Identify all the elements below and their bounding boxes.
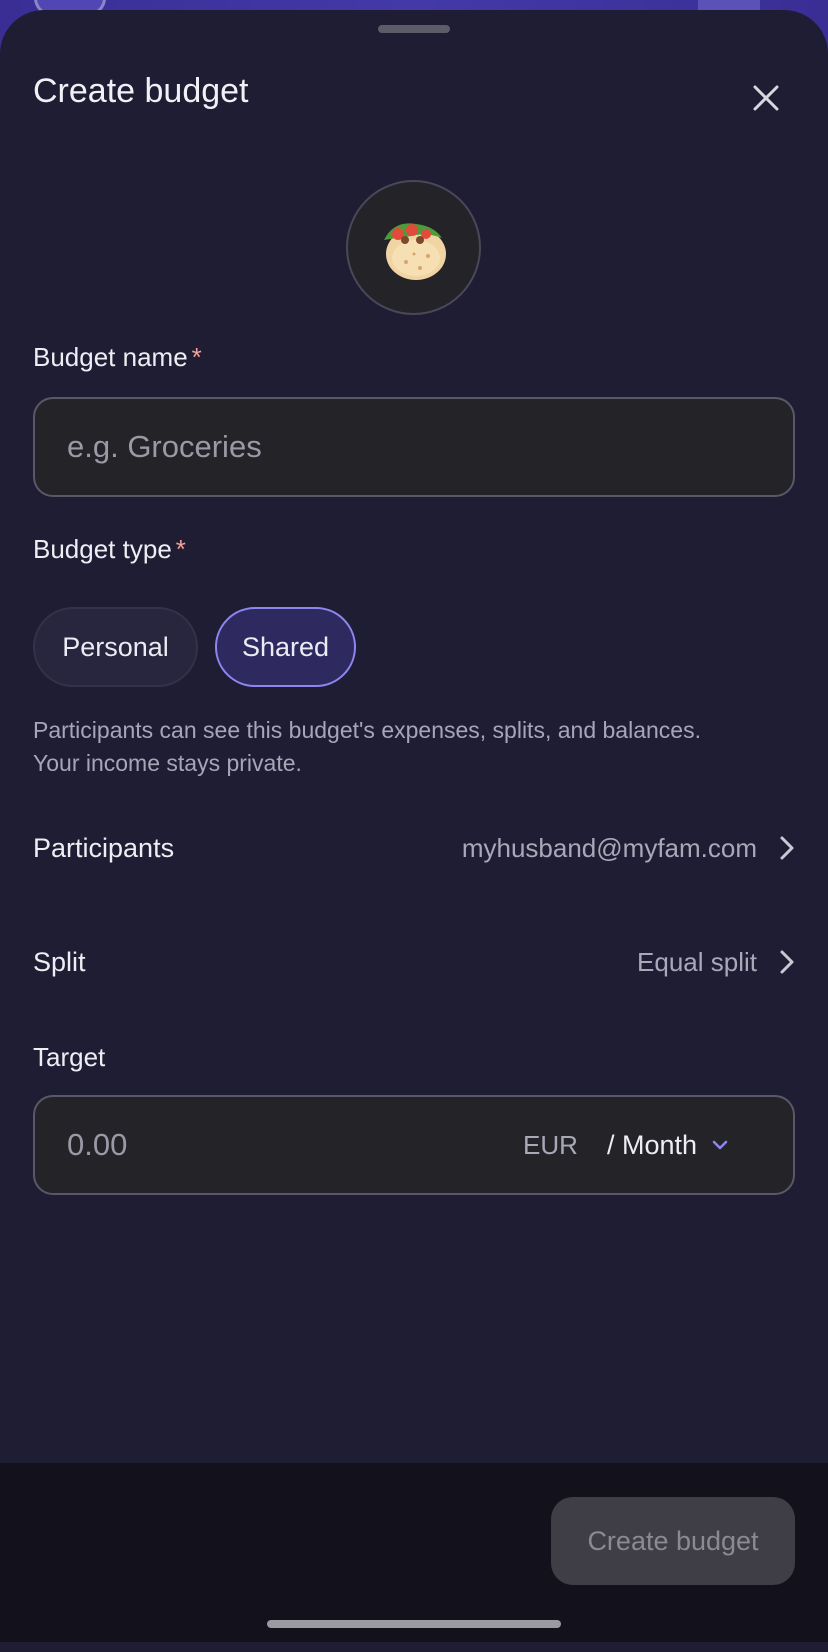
chevron-right-icon	[780, 950, 794, 974]
sheet-title: Create budget	[33, 72, 249, 110]
split-label: Split	[33, 946, 86, 977]
helper-line: Your income stays private.	[33, 750, 302, 776]
chip-label: Shared	[241, 631, 330, 662]
drag-handle[interactable]	[378, 25, 450, 33]
target-amount-input[interactable]	[67, 1097, 367, 1193]
create-budget-button[interactable]: Create budget	[551, 1497, 795, 1585]
create-budget-sheet: Create budget Budget name* Budget type	[0, 10, 828, 1652]
required-mark: *	[191, 342, 202, 372]
close-icon	[753, 85, 779, 111]
budget-type-label: Budget type *	[33, 534, 186, 565]
participants-label: Participants	[33, 832, 175, 863]
period-dropdown[interactable]: / Month	[607, 1097, 729, 1193]
close-button[interactable]	[746, 78, 786, 118]
participants-row[interactable]: Participants myhusband@myfam.com	[33, 818, 795, 878]
budget-name-field[interactable]	[33, 397, 795, 497]
budget-name-label-text: Budget name	[33, 342, 188, 372]
currency-selector[interactable]: EUR	[523, 1097, 578, 1193]
budget-name-input[interactable]	[67, 399, 747, 495]
budget-name-label: Budget name *	[33, 342, 202, 373]
period-value: / Month	[607, 1129, 698, 1160]
required-mark: *	[175, 534, 186, 564]
split-value: Equal split	[637, 946, 757, 977]
budget-type-shared-chip[interactable]: Shared	[215, 607, 356, 687]
budget-type-helper-text: Participants can see this budget's expen…	[33, 714, 793, 780]
burrito-emoji-icon	[383, 222, 446, 280]
split-row[interactable]: Split Equal split	[33, 932, 795, 992]
budget-emoji-picker[interactable]	[346, 180, 481, 315]
home-indicator[interactable]	[267, 1620, 561, 1628]
helper-line: Participants can see this budget's expen…	[33, 717, 701, 743]
chip-label: Personal	[62, 631, 169, 662]
budget-type-personal-chip[interactable]: Personal	[33, 607, 198, 687]
budget-type-label-text: Budget type	[33, 534, 172, 564]
target-field[interactable]: EUR / Month	[33, 1095, 795, 1195]
chevron-right-icon	[780, 836, 794, 860]
bottom-action-bar: Create budget	[0, 1463, 828, 1642]
participants-value: myhusband@myfam.com	[461, 832, 757, 863]
chevron-down-icon	[712, 1140, 728, 1150]
target-label: Target	[33, 1042, 106, 1072]
